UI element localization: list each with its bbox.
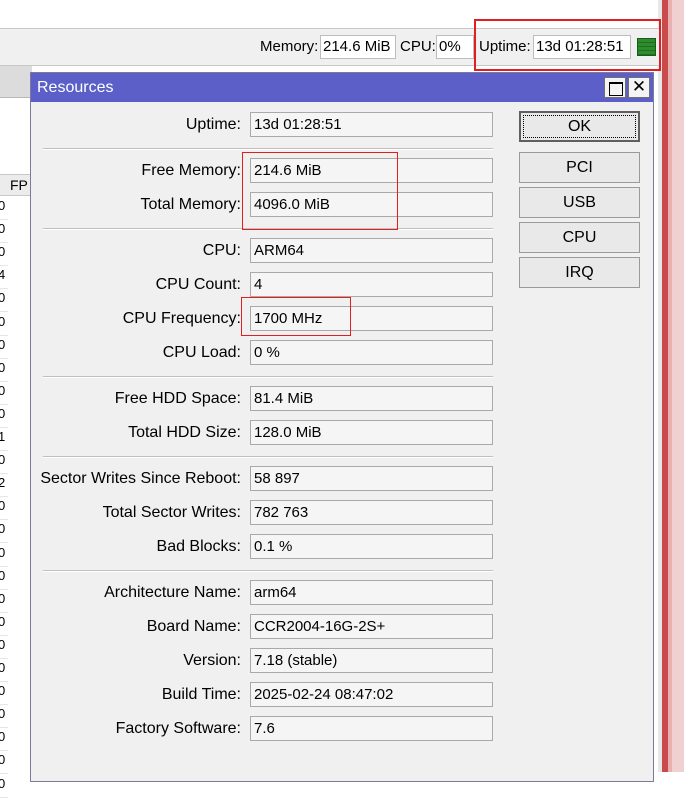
free-memory-field[interactable]: 214.6 MiB bbox=[250, 158, 493, 183]
table-cell: 0 bbox=[0, 198, 8, 220]
table-cell: 0 bbox=[0, 729, 8, 752]
cpu-field[interactable]: ARM64 bbox=[250, 238, 493, 263]
table-cell: 0 bbox=[0, 406, 8, 428]
cpu-label: CPU: bbox=[202, 242, 241, 259]
architecture-name-field[interactable]: arm64 bbox=[250, 580, 493, 605]
build-time-label: Build Time: bbox=[161, 686, 241, 703]
table-cell: 1 bbox=[0, 429, 8, 451]
uptime-value: 13d 01:28:51 bbox=[533, 35, 631, 59]
status-bar: Memory: 214.6 MiB CPU: 0% Uptime: 13d 01… bbox=[0, 28, 660, 66]
total-hdd-field[interactable]: 128.0 MiB bbox=[250, 420, 493, 445]
top-strip bbox=[0, 0, 684, 28]
table-cell: 0 bbox=[0, 614, 8, 636]
table-cell: 0 bbox=[0, 706, 8, 729]
table-cell: 0 bbox=[0, 314, 8, 336]
free-memory-label: Free Memory: bbox=[141, 162, 241, 179]
cpu-frequency-field[interactable]: 1700 MHz bbox=[250, 306, 493, 331]
table-cell: 0 bbox=[0, 290, 8, 313]
sector-writes-since-reboot-label: Sector Writes Since Reboot: bbox=[40, 470, 241, 487]
architecture-name-label: Architecture Name: bbox=[104, 584, 241, 601]
table-cell: 0 bbox=[0, 383, 8, 405]
build-time-field[interactable]: 2025-02-24 08:47:02 bbox=[250, 682, 493, 707]
memory-value: 214.6 MiB bbox=[320, 35, 396, 59]
uptime-field[interactable]: 13d 01:28:51 bbox=[250, 112, 493, 137]
column-header-fp: FP bbox=[10, 177, 28, 193]
separator bbox=[43, 148, 493, 150]
bad-blocks-label: Bad Blocks: bbox=[156, 538, 241, 555]
cpu-count-label: CPU Count: bbox=[155, 276, 241, 293]
cpu-count-field[interactable]: 4 bbox=[250, 272, 493, 297]
uptime-label: Uptime: bbox=[185, 116, 241, 133]
ok-button[interactable]: OK bbox=[519, 111, 640, 142]
factory-software-field[interactable]: 7.6 bbox=[250, 716, 493, 741]
table-cell: 0 bbox=[0, 568, 8, 590]
sector-writes-since-reboot-field[interactable]: 58 897 bbox=[250, 466, 493, 491]
total-memory-label: Total Memory: bbox=[140, 196, 241, 213]
cpu-frequency-label: CPU Frequency: bbox=[122, 310, 241, 327]
cpu-load-field[interactable]: 0 % bbox=[250, 340, 493, 365]
separator bbox=[43, 570, 493, 572]
maximize-icon[interactable] bbox=[604, 77, 626, 98]
table-cell: 2 bbox=[0, 475, 8, 498]
separator bbox=[43, 456, 493, 458]
total-memory-field[interactable]: 4096.0 MiB bbox=[250, 192, 493, 217]
close-icon[interactable]: ✕ bbox=[628, 77, 650, 98]
table-cell: 0 bbox=[0, 752, 8, 775]
background-table: FP 00040000001020000000000000 bbox=[0, 66, 32, 798]
separator bbox=[43, 228, 493, 230]
table-cell: 0 bbox=[0, 776, 8, 798]
free-hdd-field[interactable]: 81.4 MiB bbox=[250, 386, 493, 411]
table-cell: 0 bbox=[0, 683, 8, 706]
dialog-title: Resources bbox=[37, 79, 114, 96]
resources-dialog: Resources ✕ Uptime: 13d 01:28:51 Free Me… bbox=[30, 72, 654, 782]
background-table-header: FP bbox=[0, 174, 32, 196]
table-cell: 0 bbox=[0, 521, 8, 544]
table-cell: 0 bbox=[0, 337, 8, 359]
separator bbox=[43, 376, 493, 378]
pci-button[interactable]: PCI bbox=[519, 152, 640, 183]
factory-software-label: Factory Software: bbox=[115, 720, 241, 737]
cpu-label: CPU: bbox=[400, 38, 436, 55]
background-toolbar bbox=[0, 66, 32, 98]
table-cell: 0 bbox=[0, 637, 8, 659]
uptime-label: Uptime: bbox=[479, 38, 531, 55]
table-cell: 0 bbox=[0, 660, 8, 682]
table-cell: 0 bbox=[0, 221, 8, 244]
table-cell: 0 bbox=[0, 498, 8, 521]
board-name-field[interactable]: CCR2004-16G-2S+ bbox=[250, 614, 493, 639]
version-label: Version: bbox=[183, 652, 241, 669]
table-cell: 0 bbox=[0, 360, 8, 382]
total-sector-writes-field[interactable]: 782 763 bbox=[250, 500, 493, 525]
status-bars-icon bbox=[637, 38, 656, 56]
table-cell: 0 bbox=[0, 545, 8, 567]
memory-label: Memory: bbox=[260, 38, 319, 55]
bad-blocks-field[interactable]: 0.1 % bbox=[250, 534, 493, 559]
board-name-label: Board Name: bbox=[146, 618, 241, 635]
irq-button[interactable]: IRQ bbox=[519, 257, 640, 288]
free-hdd-label: Free HDD Space: bbox=[114, 390, 241, 407]
table-cell: 0 bbox=[0, 244, 8, 267]
total-sector-writes-label: Total Sector Writes: bbox=[102, 504, 241, 521]
cpu-load-label: CPU Load: bbox=[162, 344, 241, 361]
right-edge-background bbox=[658, 0, 684, 772]
usb-button[interactable]: USB bbox=[519, 187, 640, 218]
table-cell: 0 bbox=[0, 591, 8, 613]
table-cell: 0 bbox=[0, 452, 8, 475]
cpu-value: 0% bbox=[436, 35, 474, 59]
version-field[interactable]: 7.18 (stable) bbox=[250, 648, 493, 673]
dialog-titlebar[interactable]: Resources ✕ bbox=[31, 73, 653, 102]
cpu-button[interactable]: CPU bbox=[519, 222, 640, 253]
total-hdd-label: Total HDD Size: bbox=[128, 424, 241, 441]
table-cell: 4 bbox=[0, 267, 8, 290]
